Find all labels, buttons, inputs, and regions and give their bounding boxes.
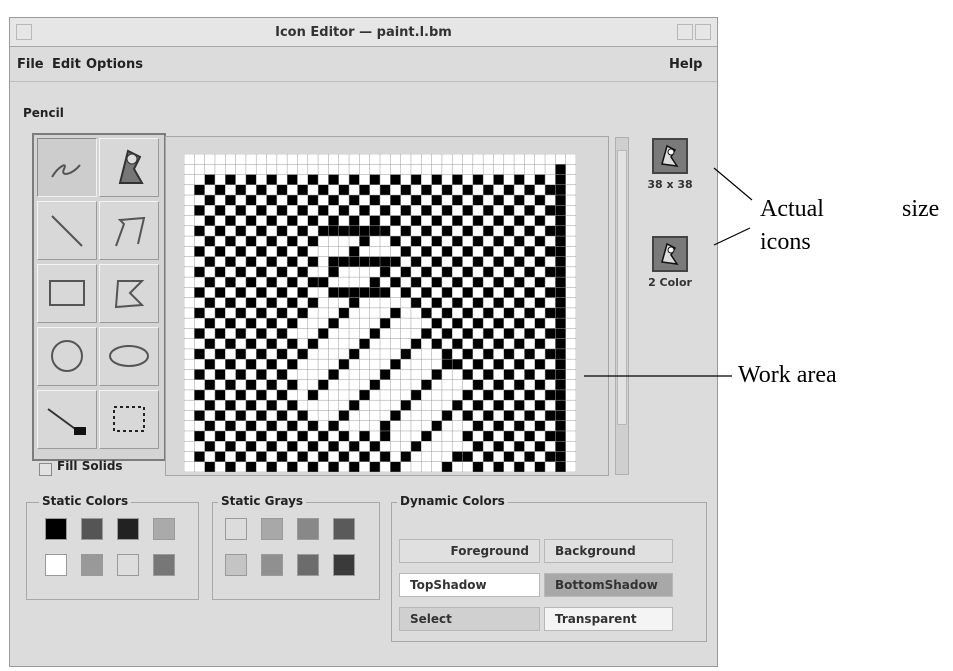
eraser-tool-button[interactable]: [37, 390, 97, 449]
polyline-icon: [115, 216, 146, 247]
static-colors-title: Static Colors: [39, 494, 132, 508]
icon-editor-window: Icon Editor — paint.l.bm File Edit Optio…: [9, 17, 718, 667]
color-swatch[interactable]: [225, 554, 247, 576]
color-swatch[interactable]: [225, 518, 247, 540]
menu-options[interactable]: Options: [86, 48, 143, 82]
dynamic-colors-title: Dynamic Colors: [397, 494, 508, 508]
paint-preview-icon: [661, 242, 679, 265]
pixel-grid-work-area[interactable]: [184, 154, 576, 472]
bottomshadow-color-button[interactable]: BottomShadow: [544, 573, 673, 597]
flood-fill-tool-button[interactable]: [99, 138, 159, 197]
transparent-color-button[interactable]: Transparent: [544, 607, 673, 631]
fill-solids-checkbox[interactable]: [39, 463, 52, 476]
annotation-actual: Actual: [760, 196, 824, 222]
rectangle-icon: [49, 280, 85, 306]
topshadow-color-button[interactable]: TopShadow: [399, 573, 540, 597]
static-grays-title: Static Grays: [218, 494, 307, 508]
color-swatch[interactable]: [45, 518, 67, 540]
minimize-button[interactable]: [677, 24, 693, 40]
menu-file[interactable]: File: [17, 48, 44, 82]
ellipse-tool-button[interactable]: [99, 327, 159, 386]
paint-preview-icon: [661, 144, 679, 167]
current-tool-label: Pencil: [23, 106, 64, 120]
actual-size-icon-2-color: [652, 236, 688, 272]
title-bar[interactable]: Icon Editor — paint.l.bm: [10, 18, 717, 47]
line-tool-button[interactable]: [37, 201, 97, 260]
color-swatch[interactable]: [297, 518, 319, 540]
menu-bar: File Edit Options Help: [10, 48, 717, 82]
menu-help[interactable]: Help: [669, 48, 702, 82]
menu-edit[interactable]: Edit: [52, 48, 81, 82]
circle-icon: [51, 340, 83, 372]
callout-line-size-icon: [713, 167, 753, 201]
select-region-tool-button[interactable]: [99, 390, 159, 449]
color-swatch[interactable]: [81, 518, 103, 540]
work-area-scrollbar[interactable]: [615, 137, 629, 475]
scrollbar-thumb[interactable]: [617, 150, 627, 425]
callout-line-color-icon: [713, 227, 751, 246]
polygon-icon: [114, 280, 145, 309]
fill-solids-label: Fill Solids: [57, 459, 123, 473]
annotation-work-area: Work area: [738, 362, 837, 388]
color-swatch[interactable]: [333, 518, 355, 540]
color-swatch[interactable]: [153, 518, 175, 540]
select-color-button[interactable]: Select: [399, 607, 540, 631]
preview-color-label: 2 Color: [648, 276, 692, 289]
line-icon: [51, 215, 83, 247]
foreground-color-button[interactable]: Foreground: [399, 539, 540, 563]
rectangle-tool-button[interactable]: [37, 264, 97, 323]
polygon-tool-button[interactable]: [99, 264, 159, 323]
color-swatch[interactable]: [153, 554, 175, 576]
annotation-icons: icons: [760, 229, 811, 255]
window-title: Icon Editor — paint.l.bm: [275, 25, 452, 40]
color-swatch[interactable]: [297, 554, 319, 576]
pencil-icon: [51, 164, 81, 178]
color-swatch[interactable]: [45, 554, 67, 576]
ellipse-icon: [109, 345, 149, 367]
color-swatch[interactable]: [261, 518, 283, 540]
static-grays-swatches: [225, 518, 365, 584]
pencil-tool-button[interactable]: [37, 138, 97, 197]
annotation-size: size: [902, 196, 940, 222]
color-swatch[interactable]: [81, 554, 103, 576]
maximize-button[interactable]: [695, 24, 711, 40]
tool-palette: [32, 133, 166, 461]
background-color-button[interactable]: Background: [544, 539, 673, 563]
color-swatch[interactable]: [117, 554, 139, 576]
preview-size-label: 38 x 38: [647, 178, 693, 191]
color-swatch[interactable]: [333, 554, 355, 576]
color-swatch[interactable]: [117, 518, 139, 540]
flood-fill-icon: [118, 149, 144, 184]
actual-size-icon-38x38: [652, 138, 688, 174]
eraser-icon: [47, 408, 86, 435]
static-colors-swatches: [45, 518, 185, 584]
circle-tool-button[interactable]: [37, 327, 97, 386]
select-region-icon: [113, 406, 145, 432]
color-swatch[interactable]: [261, 554, 283, 576]
polyline-tool-button[interactable]: [99, 201, 159, 260]
